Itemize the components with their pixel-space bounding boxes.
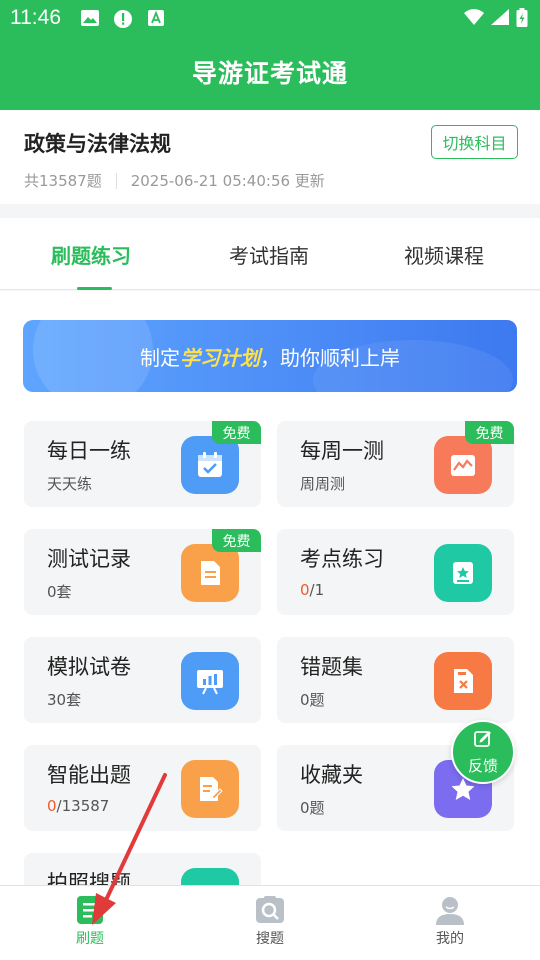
switch-subject-button[interactable]: 切换科目: [431, 125, 518, 159]
meta-divider: [115, 172, 117, 189]
edit-doc-icon: [181, 760, 239, 818]
card-title: 错题集: [300, 655, 363, 679]
card-subtitle: 30套: [47, 691, 82, 709]
error-file-icon: [434, 652, 492, 710]
feedback-button[interactable]: 反馈: [451, 720, 515, 784]
subject-meta: 共13587题 2025-06-21 05:40:56 更新: [24, 170, 325, 191]
subject-name: 政策与法律法规: [24, 132, 171, 156]
tab-exam-guide[interactable]: 考试指南: [229, 240, 309, 269]
nav-label: 搜题: [256, 931, 284, 947]
card-title: 每日一练: [47, 439, 131, 463]
tab-bar: 刷题练习 考试指南 视频课程: [0, 218, 540, 290]
card-mock-exam[interactable]: 模拟试卷 30套: [24, 637, 261, 723]
card-title: 考点练习: [300, 547, 384, 571]
update-time: 2025-06-21 05:40:56 更新: [130, 172, 325, 190]
card-daily-practice[interactable]: 每日一练 天天练 免费: [24, 421, 261, 507]
card-title: 收藏夹: [300, 763, 363, 787]
card-title: 模拟试卷: [47, 655, 131, 679]
free-badge: 免费: [212, 529, 261, 552]
card-title: 智能出题: [47, 763, 131, 787]
app-title: 导游证考试通: [191, 59, 348, 88]
banner-prefix: 制定: [140, 346, 180, 370]
image-notification-icon: [80, 9, 100, 27]
card-subtitle: 0套: [47, 583, 72, 601]
card-subtitle: 0题: [300, 691, 325, 709]
question-count: 共13587题: [24, 172, 102, 190]
card-wrong-questions[interactable]: 错题集 0题: [277, 637, 514, 723]
card-title: 测试记录: [47, 547, 131, 571]
banner-highlight: 学习计划: [180, 346, 260, 370]
card-test-records[interactable]: 测试记录 0套 免费: [24, 529, 261, 615]
active-tab-indicator: [77, 287, 112, 290]
presentation-icon: [181, 652, 239, 710]
card-subtitle: 周周测: [300, 475, 346, 493]
card-weekly-test[interactable]: 每周一测 周周测 免费: [277, 421, 514, 507]
progress-total: /13587: [56, 797, 110, 815]
feedback-icon: [473, 729, 493, 753]
card-title: 每周一测: [300, 439, 384, 463]
battery-icon: [516, 8, 528, 32]
tab-video-course[interactable]: 视频课程: [404, 240, 484, 269]
chart-icon: [434, 436, 492, 494]
bottom-navigation: 刷题 搜题 我的: [0, 885, 540, 960]
calendar-icon: [181, 436, 239, 494]
study-plan-banner[interactable]: 制定学习计划，助你顺利上岸: [23, 320, 517, 392]
card-subtitle: 0题: [300, 799, 325, 817]
wifi-icon: [463, 8, 485, 30]
nav-profile[interactable]: 我的: [405, 894, 495, 948]
tab-practice[interactable]: 刷题练习: [51, 240, 131, 269]
nav-search[interactable]: 搜题: [225, 894, 315, 948]
card-key-points[interactable]: 考点练习 0/1: [277, 529, 514, 615]
app-header: 11:46 导游证考试通: [0, 0, 540, 110]
nav-label: 我的: [436, 931, 464, 947]
document-icon: [181, 544, 239, 602]
card-subtitle: 0/13587: [47, 797, 109, 815]
alert-notification-icon: [113, 9, 133, 28]
star-book-icon: [434, 544, 492, 602]
card-subtitle: 天天练: [47, 475, 93, 493]
free-badge: 免费: [465, 421, 514, 444]
text-notification-icon: [147, 9, 167, 27]
card-smart-questions[interactable]: 智能出题 0/13587: [24, 745, 261, 831]
free-badge: 免费: [212, 421, 261, 444]
feedback-label: 反馈: [467, 756, 498, 775]
progress-done: 0: [47, 797, 57, 815]
status-time: 11:46: [10, 6, 61, 29]
practice-icon: [74, 894, 106, 926]
card-subtitle: 0/1: [300, 581, 324, 599]
banner-text: 制定学习计划，助你顺利上岸: [23, 342, 517, 371]
nav-label: 刷题: [76, 931, 104, 947]
banner-suffix: ，助你顺利上岸: [260, 346, 400, 370]
nav-practice[interactable]: 刷题: [45, 894, 135, 948]
status-bar: 11:46: [0, 0, 540, 36]
subject-card: 政策与法律法规 共13587题 2025-06-21 05:40:56 更新 切…: [0, 110, 540, 204]
profile-icon: [434, 894, 466, 926]
search-photo-icon: [254, 894, 286, 926]
progress-done: 0: [300, 581, 310, 599]
progress-total: /1: [309, 581, 325, 599]
signal-icon: [490, 8, 510, 30]
